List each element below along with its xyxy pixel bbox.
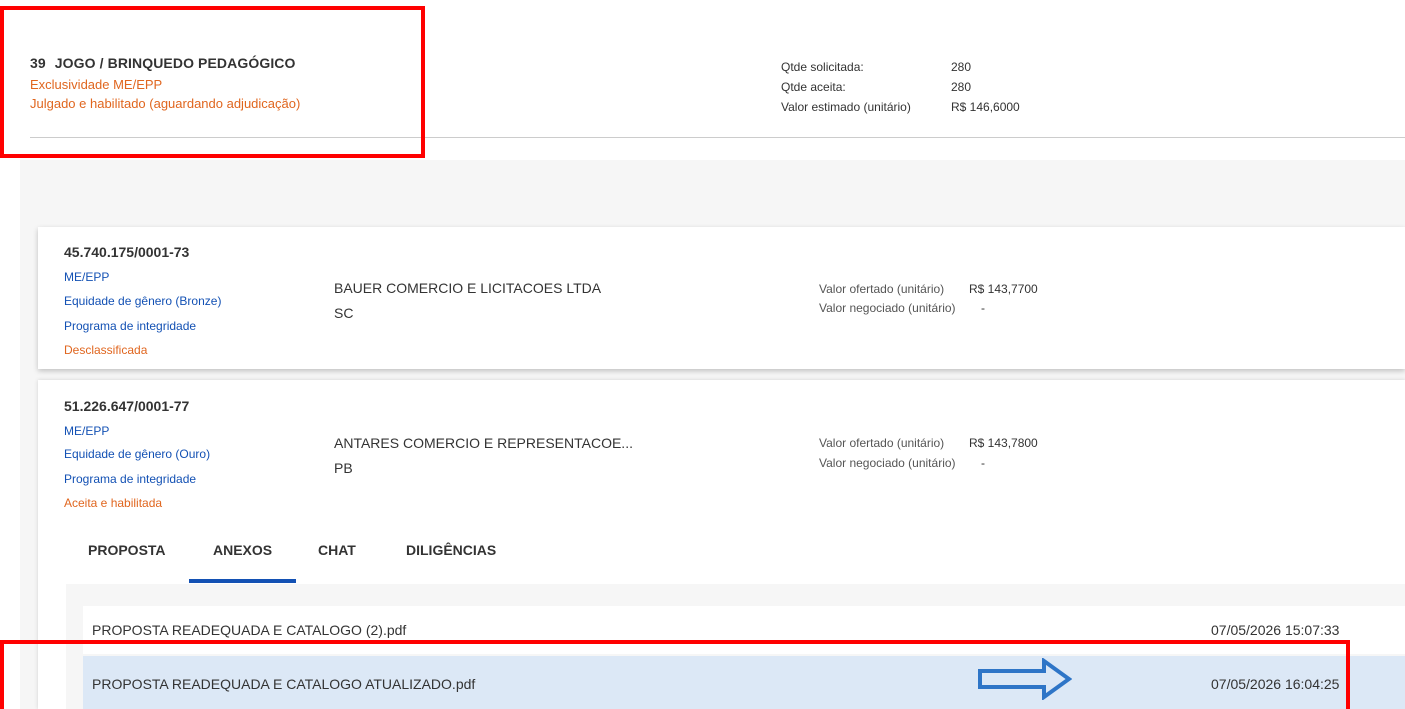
header-divider (30, 137, 1405, 138)
bidder-equity-tag: Equidade de gênero (Bronze) (64, 294, 222, 308)
right-arrow-icon (978, 658, 1072, 700)
negotiated-value-label: Valor negociado (unitário) (819, 301, 956, 315)
bidder-cnpj: 45.740.175/0001-73 (64, 244, 190, 260)
negotiated-value-label: Valor negociado (unitário) (819, 456, 956, 470)
item-title-row: 39 JOGO / BRINQUEDO PEDAGÓGICO (30, 55, 296, 71)
offered-value-label: Valor ofertado (unitário) (819, 436, 945, 450)
active-tab-indicator (189, 579, 296, 583)
item-number: 39 (30, 55, 46, 71)
qty-accepted-value: 280 (951, 80, 972, 94)
estimated-value-label: Valor estimado (unitário) (781, 100, 911, 114)
bidder-uf: SC (334, 305, 354, 321)
estimated-value: R$ 146,6000 (951, 100, 1020, 114)
bidder-equity-tag: Equidade de gênero (Ouro) (64, 447, 211, 461)
item-title: JOGO / BRINQUEDO PEDAGÓGICO (54, 55, 296, 71)
bidder-cnpj: 51.226.647/0001-77 (64, 398, 190, 414)
attachment-file-name[interactable]: PROPOSTA READEQUADA E CATALOGO (2).pdf (92, 622, 406, 638)
negotiated-value: - (981, 456, 985, 470)
tab-proposta[interactable]: PROPOSTA (88, 542, 166, 558)
offered-value: R$ 143,7700 (969, 282, 1038, 296)
qty-requested-value: 280 (951, 60, 972, 74)
bidder-size-tag: ME/EPP (64, 270, 110, 284)
bidder-integrity-tag: Programa de integridade (64, 319, 197, 333)
attachment-date: 07/05/2026 15:07:33 (1211, 622, 1340, 638)
bidder-company-name: BAUER COMERCIO E LICITACOES LTDA (334, 280, 602, 296)
tab-chat[interactable]: CHAT (318, 542, 356, 558)
bidder-status: Aceita e habilitada (64, 496, 163, 510)
tab-diligencias[interactable]: DILIGÊNCIAS (406, 542, 496, 558)
offered-value-label: Valor ofertado (unitário) (819, 282, 945, 296)
tab-anexos[interactable]: ANEXOS (213, 542, 272, 558)
attachment-row[interactable]: PROPOSTA READEQUADA E CATALOGO (2).pdf 0… (83, 606, 1405, 654)
bidder-company-name: ANTARES COMERCIO E REPRESENTACOE... (334, 435, 633, 451)
attachment-row-highlighted[interactable]: PROPOSTA READEQUADA E CATALOGO ATUALIZAD… (83, 656, 1405, 709)
bidder-size-tag: ME/EPP (64, 424, 110, 438)
qty-requested-label: Qtde solicitada: (781, 60, 864, 74)
bidder-uf: PB (334, 460, 353, 476)
offered-value: R$ 143,7800 (969, 436, 1038, 450)
attachment-date: 07/05/2026 16:04:25 (1211, 676, 1340, 692)
item-exclusivity: Exclusividade ME/EPP (30, 77, 163, 92)
item-status: Julgado e habilitado (aguardando adjudic… (30, 96, 301, 111)
negotiated-value: - (981, 301, 985, 315)
bidder-integrity-tag: Programa de integridade (64, 472, 197, 486)
attachment-file-name[interactable]: PROPOSTA READEQUADA E CATALOGO ATUALIZAD… (92, 676, 475, 692)
qty-accepted-label: Qtde aceita: (781, 80, 846, 94)
bidder-card[interactable]: 45.740.175/0001-73 ME/EPP Equidade de gê… (38, 227, 1405, 369)
bidder-status: Desclassificada (64, 343, 148, 357)
